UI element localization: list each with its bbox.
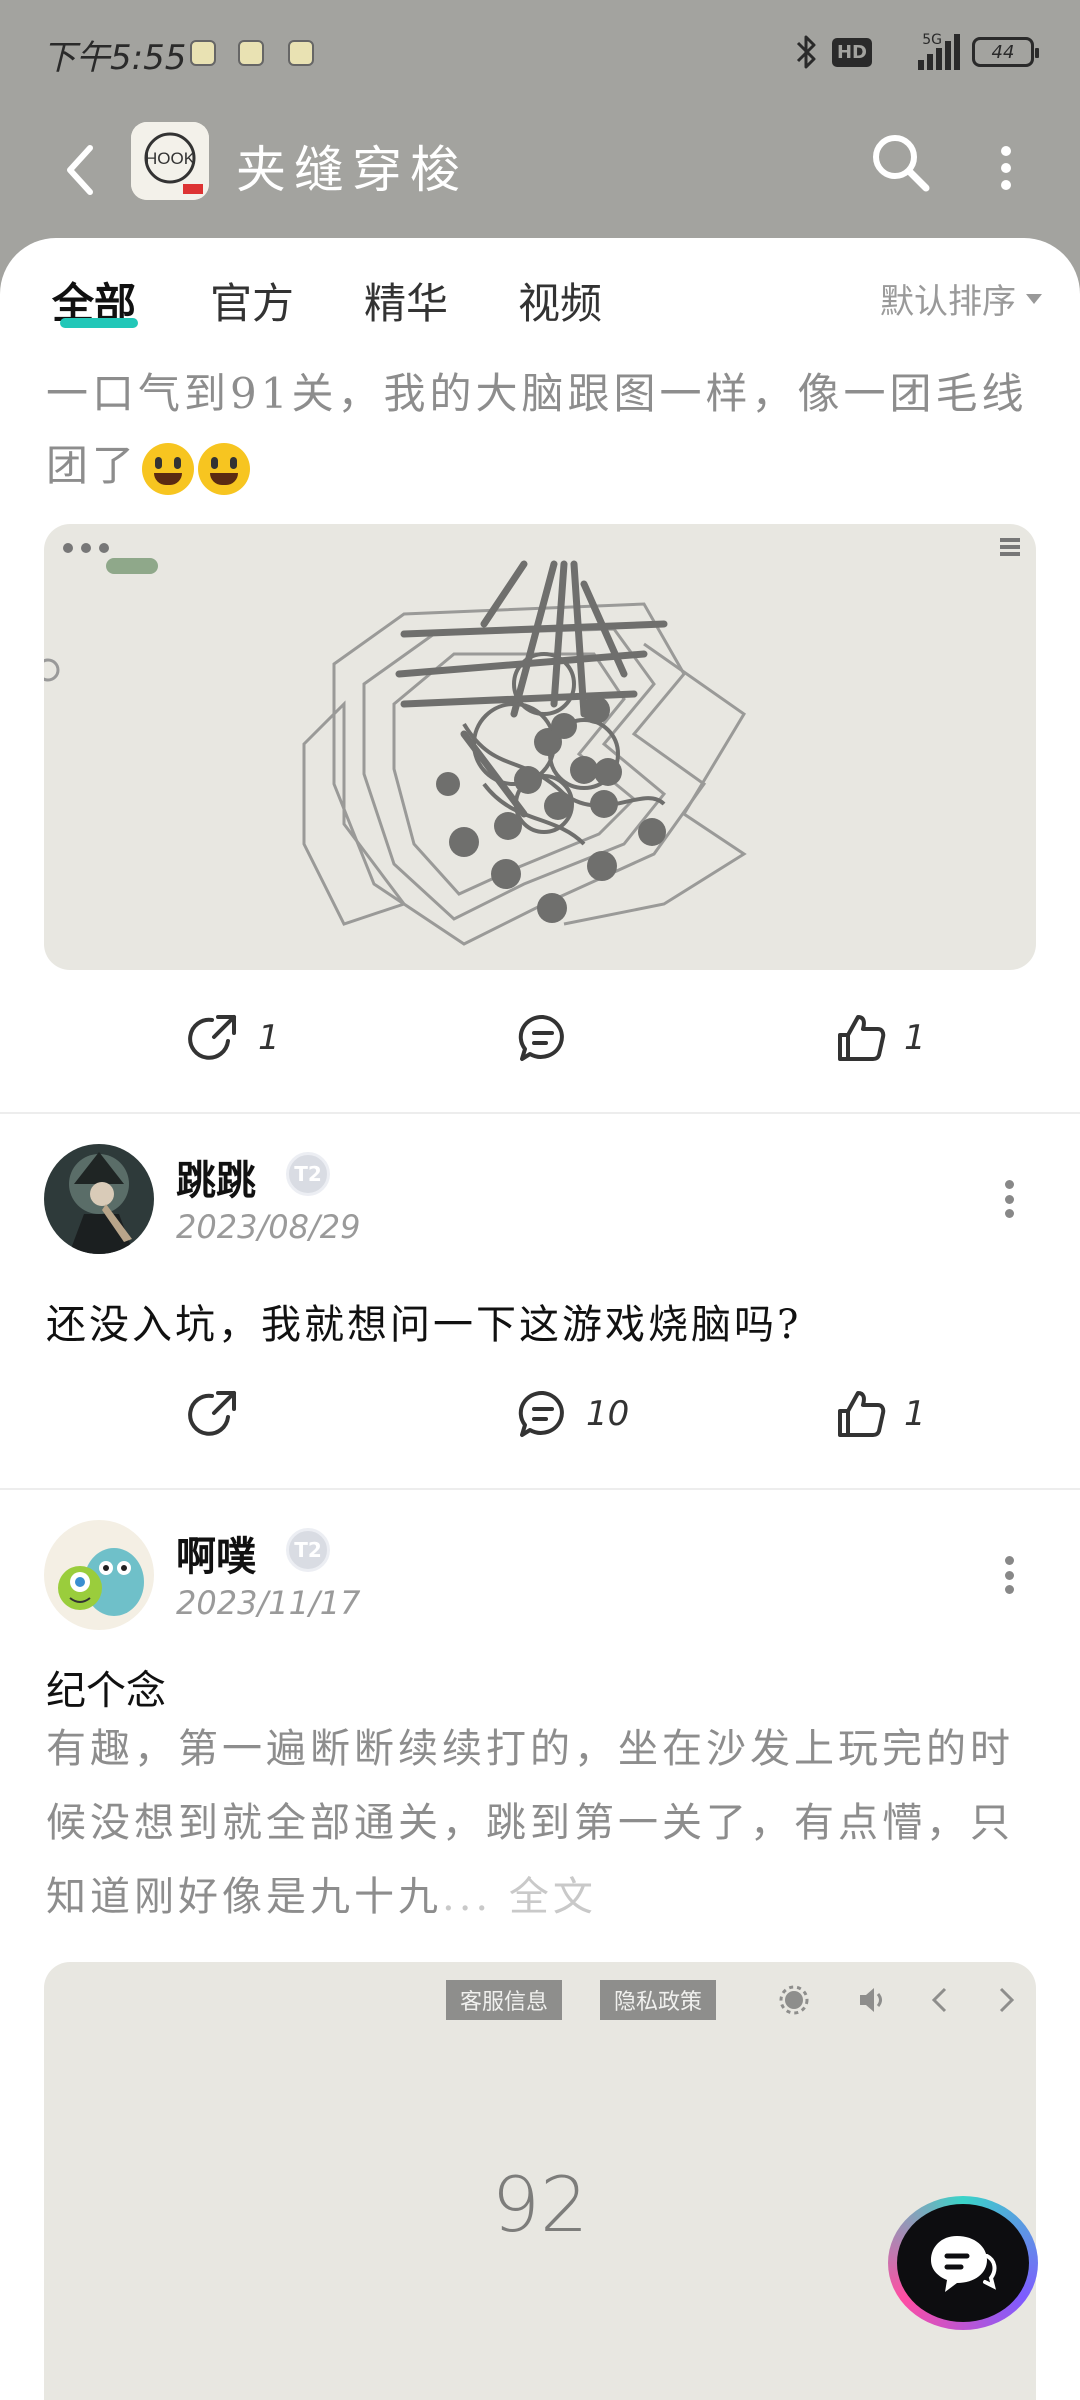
privacy-policy-button: 隐私政策 xyxy=(600,1980,717,2020)
sort-dropdown[interactable]: 默认排序 xyxy=(880,274,1042,323)
share-icon xyxy=(188,1015,236,1060)
content-panel: 全部 官方 精华 视频 默认排序 一口气到91关，我的大脑跟图一样，像一团毛线团… xyxy=(0,238,1080,2400)
hook-logo-icon: HOOK xyxy=(131,122,209,200)
back-button[interactable] xyxy=(50,130,110,210)
game-screenshot xyxy=(44,538,1020,946)
like-count: 1 xyxy=(904,1394,926,1434)
tab-bar: 全部 官方 精华 视频 默认排序 xyxy=(0,238,1080,348)
notification-icon xyxy=(288,40,314,66)
more-options-button[interactable] xyxy=(986,138,1026,198)
chevron-left-icon xyxy=(931,1987,947,2013)
level-number: 92 xyxy=(491,2160,589,2249)
share-button[interactable] xyxy=(188,1374,242,1454)
sort-label: 默认排序 xyxy=(880,282,1016,322)
post-divider xyxy=(0,1488,1080,1490)
notification-icon xyxy=(238,40,264,66)
battery-icon: 44 xyxy=(972,37,1039,67)
share-count: 1 xyxy=(258,1018,280,1058)
username[interactable]: 啊噗 xyxy=(176,1524,256,1582)
battery-level: 44 xyxy=(991,41,1015,63)
comment-icon xyxy=(518,1390,564,1437)
post-image[interactable] xyxy=(44,524,1036,970)
active-tab-indicator xyxy=(60,318,138,328)
post-divider xyxy=(0,1112,1080,1114)
thumbs-up-icon xyxy=(838,1015,886,1061)
hd-icon: HD xyxy=(831,37,872,67)
comment-count: 10 xyxy=(586,1394,630,1434)
post-title[interactable]: 纪个念 xyxy=(46,1658,166,1716)
comment-button[interactable] xyxy=(516,998,570,1078)
level-label: T2 xyxy=(294,1162,322,1186)
post-text[interactable]: 一口气到91关，我的大脑跟图一样，像一团毛线团了 xyxy=(46,358,1036,502)
status-time: 下午5:55 xyxy=(42,38,187,78)
post-text[interactable]: 还没入坑，我就想问一下这游戏烧脑吗? xyxy=(46,1292,801,1350)
level-badge: T2 xyxy=(286,1152,330,1196)
like-button[interactable]: 1 xyxy=(834,998,926,1078)
tab-video[interactable]: 视频 xyxy=(518,270,602,331)
avatar[interactable] xyxy=(44,1520,154,1630)
avatar[interactable] xyxy=(44,1144,154,1254)
settings-icon xyxy=(779,1985,809,2015)
post-more-button[interactable] xyxy=(994,1550,1024,1600)
volume-icon xyxy=(860,1988,882,2012)
like-button[interactable]: 1 xyxy=(834,1374,926,1454)
signal-icon xyxy=(918,34,960,70)
page-title: 夹缝穿梭 xyxy=(236,141,468,199)
thumbs-up-icon xyxy=(838,1391,886,1437)
logo-text: HOOK xyxy=(145,149,196,168)
like-count: 1 xyxy=(904,1018,926,1058)
post-date: 2023/11/17 xyxy=(176,1584,361,1622)
grin-emoji-icon xyxy=(198,443,251,495)
app-header: HOOK 夹缝穿梭 xyxy=(0,110,1080,240)
chevron-left-icon xyxy=(67,145,93,195)
share-button[interactable]: 1 xyxy=(188,998,280,1078)
app-logo: HOOK xyxy=(131,122,209,200)
search-icon[interactable] xyxy=(866,128,936,198)
chat-fab-button[interactable] xyxy=(888,2196,1038,2330)
read-more-link[interactable]: ... 全文 xyxy=(442,1874,597,1920)
tab-featured[interactable]: 精华 xyxy=(364,270,448,331)
post-actions: 1 1 xyxy=(0,998,1080,1078)
smiley-emoji-icon xyxy=(142,443,195,495)
post-more-button[interactable] xyxy=(994,1174,1024,1224)
username[interactable]: 跳跳 xyxy=(176,1148,256,1206)
chat-bubble-icon xyxy=(931,2236,997,2292)
comment-icon xyxy=(518,1014,564,1061)
level-badge: T2 xyxy=(286,1528,330,1572)
status-bar: 下午5:55 5G HD 44 xyxy=(0,0,1080,110)
post-actions: 10 1 xyxy=(0,1374,1080,1454)
user-avatar-image xyxy=(44,1520,154,1630)
share-icon xyxy=(188,1391,236,1436)
caret-down-icon xyxy=(1026,293,1042,304)
post-image[interactable]: 客服信息 隐私政策 92 xyxy=(44,1962,1036,2400)
customer-service-button: 客服信息 xyxy=(446,1980,563,2020)
bluetooth-icon xyxy=(796,35,816,69)
notification-icon xyxy=(190,40,216,66)
chevron-right-icon xyxy=(999,1987,1015,2013)
comment-button[interactable]: 10 xyxy=(516,1374,629,1454)
post-excerpt[interactable]: 有趣，第一遍断断续续打的，坐在沙发上玩完的时候没想到就全部通关，跳到第一关了，有… xyxy=(46,1712,1036,1934)
tab-official[interactable]: 官方 xyxy=(210,270,294,331)
post-date: 2023/08/29 xyxy=(176,1208,361,1246)
user-avatar-image xyxy=(44,1144,154,1254)
level-label: T2 xyxy=(294,1538,322,1562)
